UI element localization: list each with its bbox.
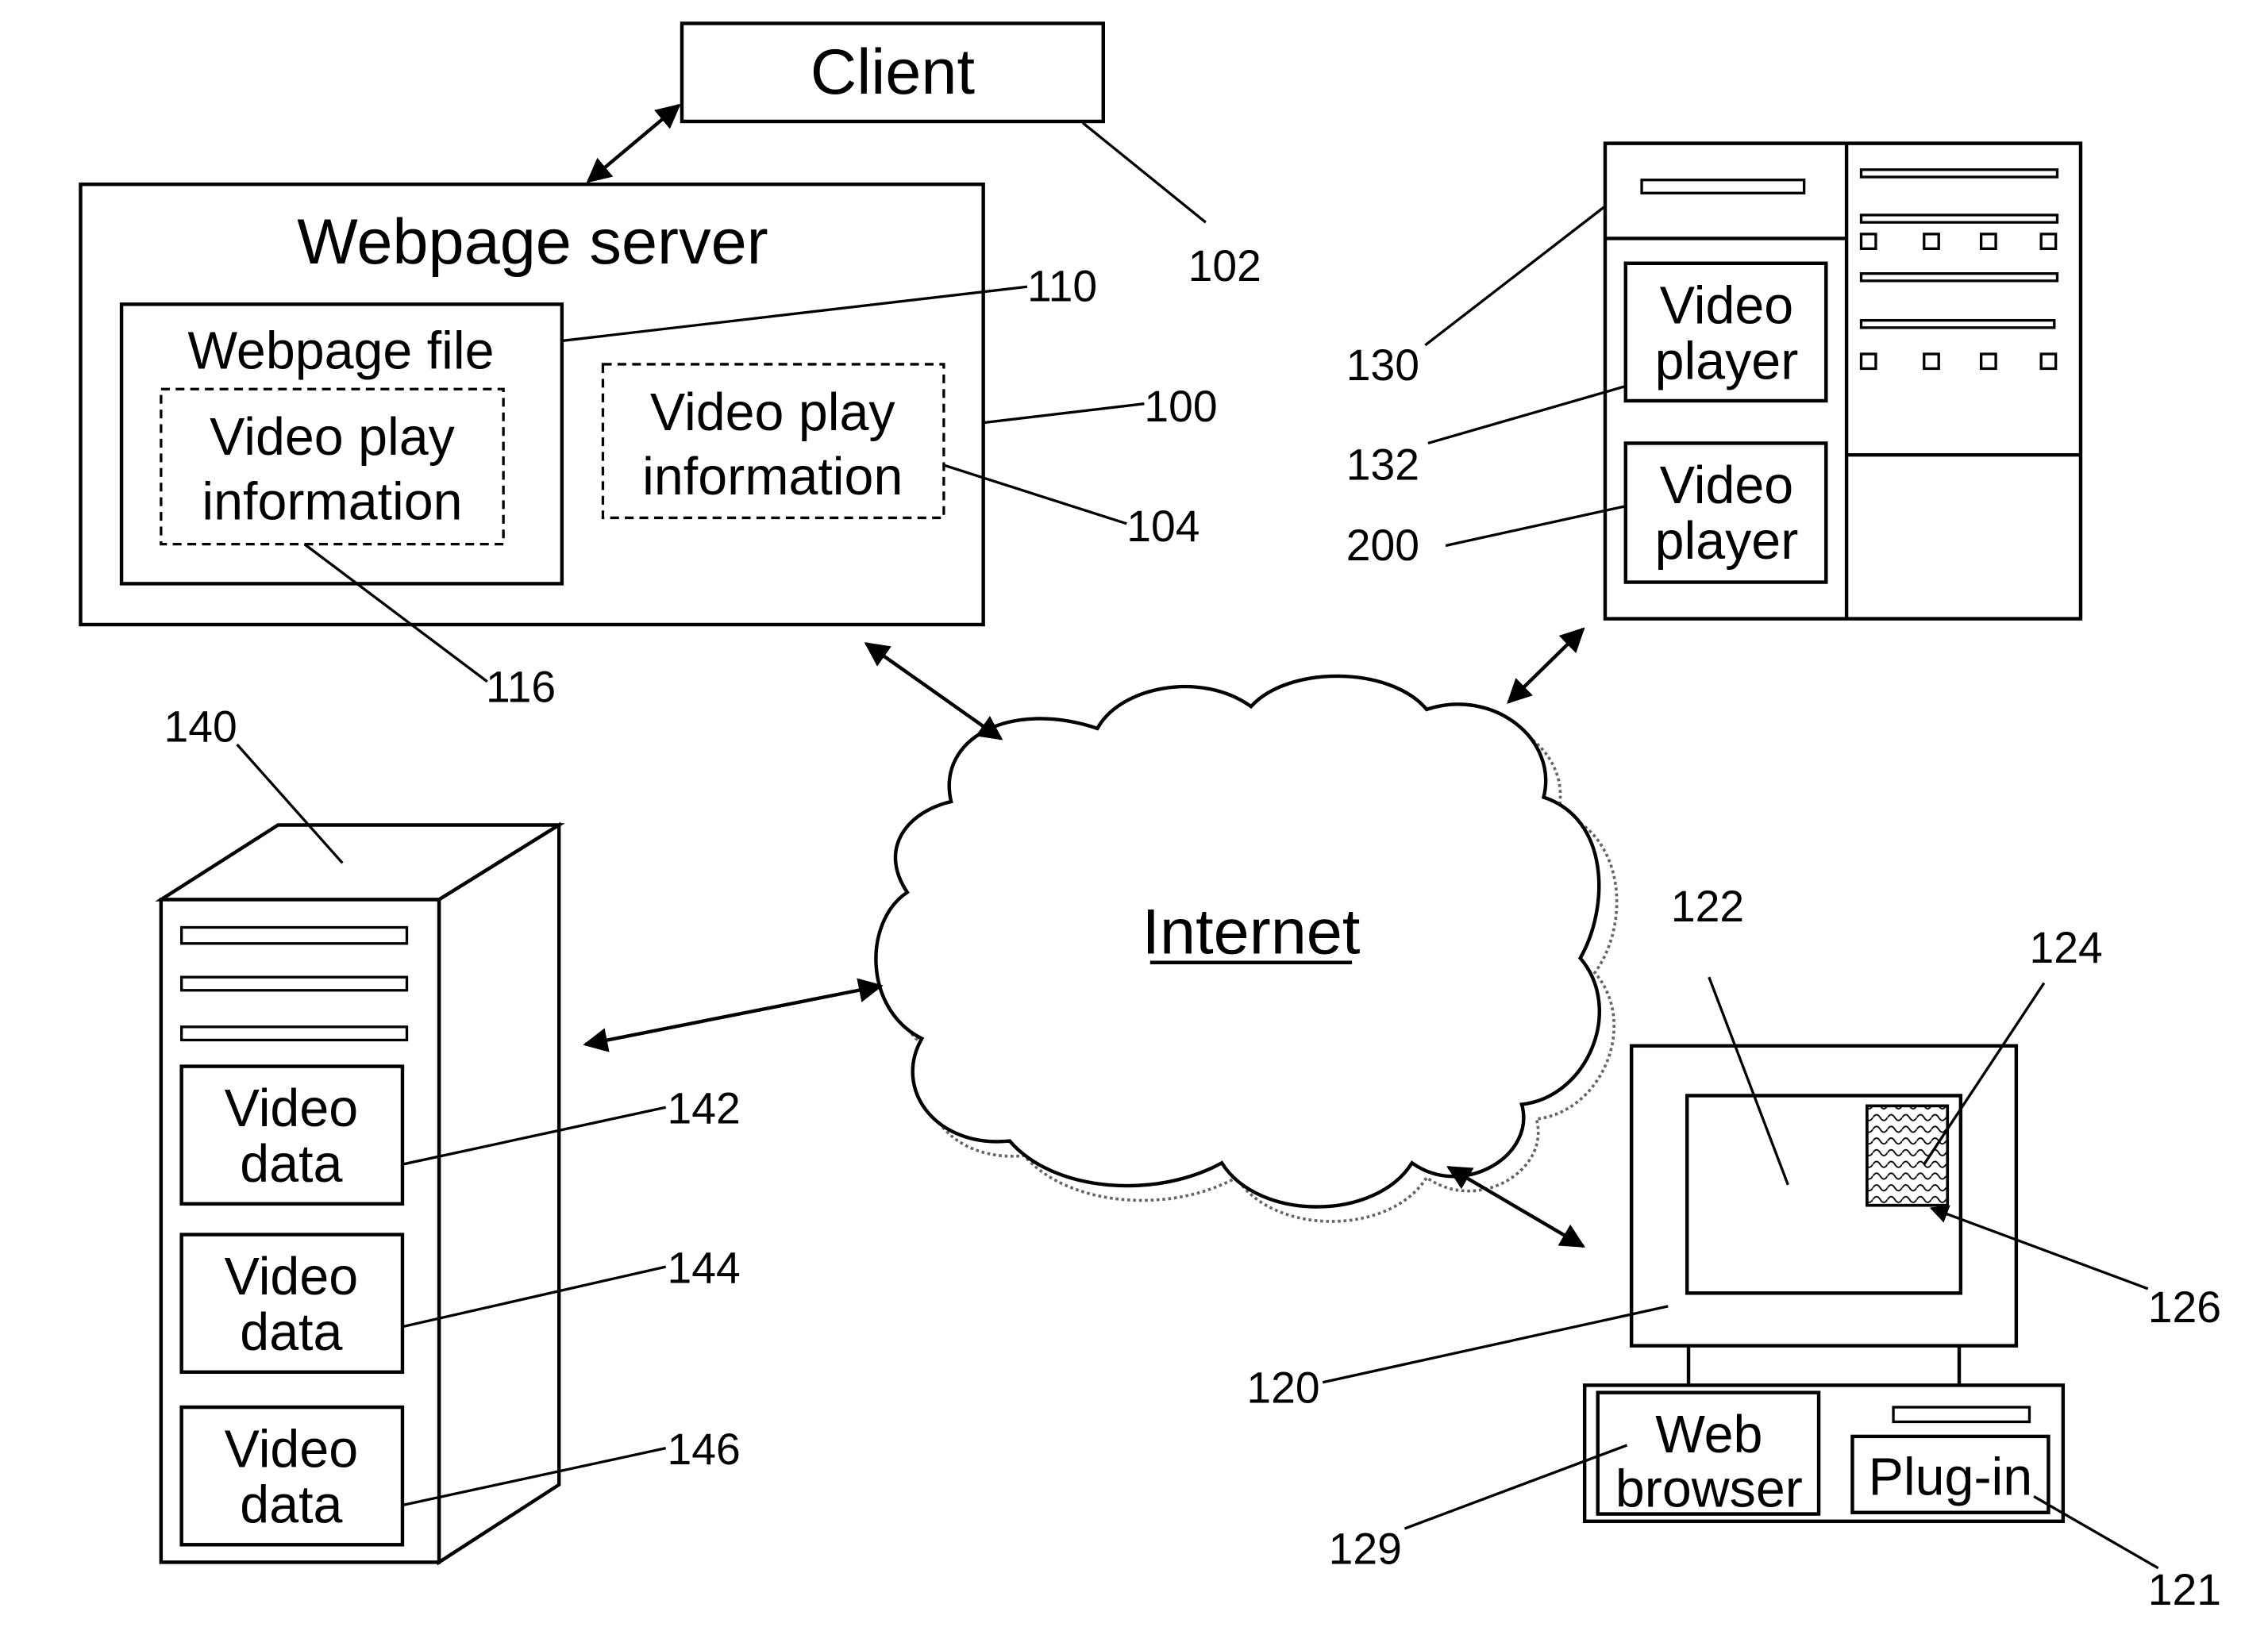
video-play-info-line2: information — [642, 448, 903, 506]
video-data-1-line1: Video — [225, 1079, 358, 1138]
web-browser-line1: Web — [1655, 1406, 1762, 1464]
webpage-display: Video player Video player — [1603, 141, 2083, 621]
video-play-info-line1: Video play — [650, 383, 895, 442]
ref-144: 144 — [668, 1243, 741, 1292]
ref-100: 100 — [1144, 382, 1217, 431]
video-player-1-line2: player — [1655, 332, 1799, 390]
video-player-2-line2: player — [1655, 512, 1799, 571]
ref-132: 132 — [1346, 440, 1419, 490]
ref-200: 200 — [1346, 521, 1419, 570]
client-computer: Web browser Plug-in — [1582, 1044, 2066, 1524]
ref-142: 142 — [668, 1083, 741, 1133]
leader-100 — [983, 402, 1145, 425]
arrow-server-internet — [864, 642, 1003, 740]
video-data-3-line2: data — [240, 1476, 342, 1535]
ref-130: 130 — [1346, 340, 1419, 390]
internet-cloud: Internet — [874, 674, 1619, 1223]
ref-116: 116 — [486, 663, 556, 712]
video-player-2-line1: Video — [1660, 456, 1793, 515]
webpage-file-label: Webpage file — [188, 321, 495, 380]
arrow-client-server — [586, 103, 681, 183]
ref-129: 129 — [1329, 1524, 1402, 1573]
web-browser-line2: browser — [1615, 1460, 1803, 1518]
video-player-1-line1: Video — [1660, 276, 1793, 335]
leader-130 — [1424, 205, 1606, 347]
leader-132 — [1427, 384, 1627, 445]
video-window — [1866, 1104, 1950, 1207]
client-label: Client — [811, 37, 975, 108]
leader-200 — [1445, 505, 1627, 548]
arrow-videoserver-internet — [583, 978, 884, 1052]
video-data-2-line1: Video — [225, 1248, 358, 1306]
webpage-server-title: Webpage server — [297, 206, 768, 278]
ref-146: 146 — [668, 1425, 741, 1474]
ref-126: 126 — [2148, 1283, 2221, 1332]
internet-label: Internet — [1142, 897, 1360, 968]
ref-122: 122 — [1671, 882, 1744, 931]
webpage-server: Webpage server Webpage file Video play i… — [79, 183, 985, 627]
plugin-label: Plug-in — [1869, 1448, 2033, 1507]
system-diagram: Client 102 Webpage server Webpage file V… — [79, 21, 2221, 1614]
video-data-1-line2: data — [240, 1135, 342, 1194]
ref-120: 120 — [1246, 1363, 1319, 1413]
tower-side — [437, 821, 561, 1566]
ref-110: 110 — [1027, 262, 1097, 311]
ref-104: 104 — [1126, 502, 1199, 551]
leader-102 — [1081, 121, 1207, 224]
client-node: Client — [680, 21, 1106, 124]
arrow-internet-computer — [1446, 1165, 1585, 1248]
video-data-2-line2: data — [240, 1303, 342, 1362]
video-server: Video data Video data Video data — [155, 821, 565, 1566]
arrow-internet-webpage — [1507, 627, 1585, 704]
embedded-video-play-info-line2: information — [202, 472, 462, 531]
ref-124: 124 — [2029, 923, 2102, 972]
embedded-video-play-info-line1: Video play — [210, 408, 455, 467]
video-data-3-line1: Video — [225, 1421, 358, 1479]
ref-121: 121 — [2148, 1565, 2221, 1614]
leader-120 — [1322, 1305, 1669, 1384]
ref-102: 102 — [1188, 241, 1261, 290]
ref-140: 140 — [164, 702, 237, 751]
leader-121 — [2033, 1495, 2159, 1570]
